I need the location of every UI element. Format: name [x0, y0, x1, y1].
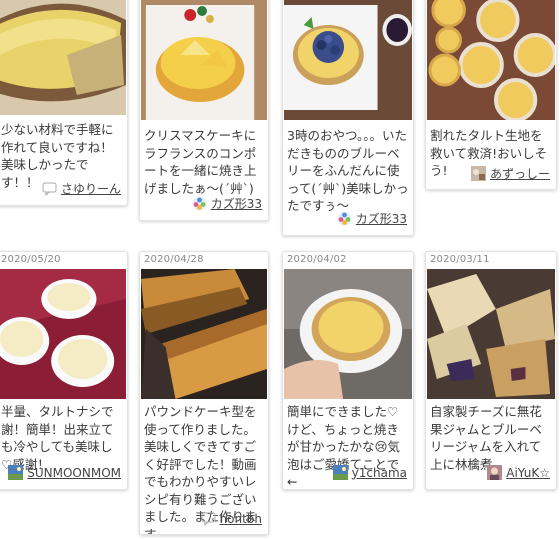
speech-bubble-icon — [42, 181, 57, 196]
tsukurepo-photo[interactable] — [0, 269, 126, 399]
tsukurepo-user-name[interactable]: さゆりーん — [61, 180, 121, 197]
tsukurepo-user-name[interactable]: AiYuK☆ — [506, 466, 550, 480]
tsukurepo-user-name[interactable]: あずっしー — [490, 165, 550, 182]
tsukurepo-photo[interactable] — [0, 0, 126, 115]
tsukurepo-comment: 半量、タルトナシで謝！簡単！出来立ても冷やしても美味し♡感謝！ — [1, 404, 114, 472]
tsukurepo-user-name[interactable]: nontbh — [220, 512, 262, 526]
tsukurepo-photo[interactable] — [427, 269, 555, 399]
tsukurepo-card[interactable]: 2020/03/11 自家製チーズに無花果ジャムとブルーベリージャムを入れて上に… — [425, 251, 557, 490]
tsukurepo-user[interactable]: AiYuK☆ — [487, 465, 550, 480]
tsukurepo-card[interactable]: 3時のおやつ。。。いただきもののブルーベリーをふんだんに使って(´艸`)美味しか… — [282, 0, 414, 236]
tsukurepo-user-name[interactable]: カズ形33 — [211, 195, 262, 212]
tsukurepo-user[interactable]: あずっしー — [470, 165, 550, 182]
tsukurepo-user-name[interactable]: カズ形33 — [356, 210, 407, 227]
landscape-avatar-icon — [8, 465, 24, 480]
photo-avatar-icon — [487, 465, 503, 480]
tsukurepo-comment: クリスマスケーキにラフランスのコンポートを一緒に焼き上げましたぁ〜(´艸`) — [144, 128, 257, 196]
tsukurepo-card[interactable]: 少ない材料で手軽に作れて良いですね！美味しかったです！！ さゆりーん — [0, 0, 128, 206]
tsukurepo-user-name[interactable]: y1chama — [352, 466, 407, 480]
tsukurepo-card[interactable]: 2020/04/02 簡単にできました♡けど、ちょっと焼きが甘かったかな😢気泡は… — [282, 251, 414, 490]
tsukurepo-comment: 3時のおやつ。。。いただきもののブルーベリーをふんだんに使って(´艸`)美味しか… — [287, 128, 409, 213]
tsukurepo-photo[interactable] — [141, 0, 267, 120]
tsukurepo-date: 2020/05/20 — [1, 254, 61, 265]
tsukurepo-photo[interactable] — [284, 269, 412, 399]
tsukurepo-user[interactable]: カズ形33 — [337, 210, 407, 227]
tsukurepo-user[interactable]: カズ形33 — [192, 195, 262, 212]
tsukurepo-comment: 自家製チーズに無花果ジャムとブルーベリージャムを入れて上に林檎煮 — [430, 404, 542, 472]
flower-avatar-icon — [192, 196, 207, 211]
tsukurepo-user[interactable]: nontbh — [201, 511, 262, 526]
tsukurepo-card[interactable]: クリスマスケーキにラフランスのコンポートを一緒に焼き上げましたぁ〜(´艸`) カ… — [139, 0, 269, 221]
tsukurepo-card[interactable]: 割れたタルト生地を救いて救済!おいしそう! あずっしー — [425, 0, 557, 190]
speech-bubble-icon — [201, 511, 216, 526]
tsukurepo-date: 2020/04/02 — [287, 254, 347, 265]
tsukurepo-card[interactable]: 2020/04/28 パウンドケーキ型を使って作りました。美味しくできてすごく好… — [139, 251, 269, 535]
tsukurepo-date: 2020/03/11 — [430, 254, 490, 265]
tsukurepo-user[interactable]: y1chama — [332, 465, 407, 480]
tsukurepo-photo[interactable] — [141, 269, 267, 399]
tsukurepo-photo[interactable] — [427, 0, 555, 120]
landscape-avatar-icon — [332, 465, 348, 480]
photo-avatar-icon — [470, 166, 486, 181]
tsukurepo-date: 2020/04/28 — [144, 254, 204, 265]
tsukurepo-user[interactable]: SUNMOONMOM — [8, 465, 121, 480]
tsukurepo-photo[interactable] — [284, 0, 412, 120]
tsukurepo-user-name[interactable]: SUNMOONMOM — [27, 466, 121, 480]
tsukurepo-card[interactable]: 2020/05/20 半量、タルトナシで謝！簡単！出来立ても冷やしても美味し♡感… — [0, 251, 128, 490]
flower-avatar-icon — [337, 211, 352, 226]
tsukurepo-user[interactable]: さゆりーん — [42, 180, 121, 197]
